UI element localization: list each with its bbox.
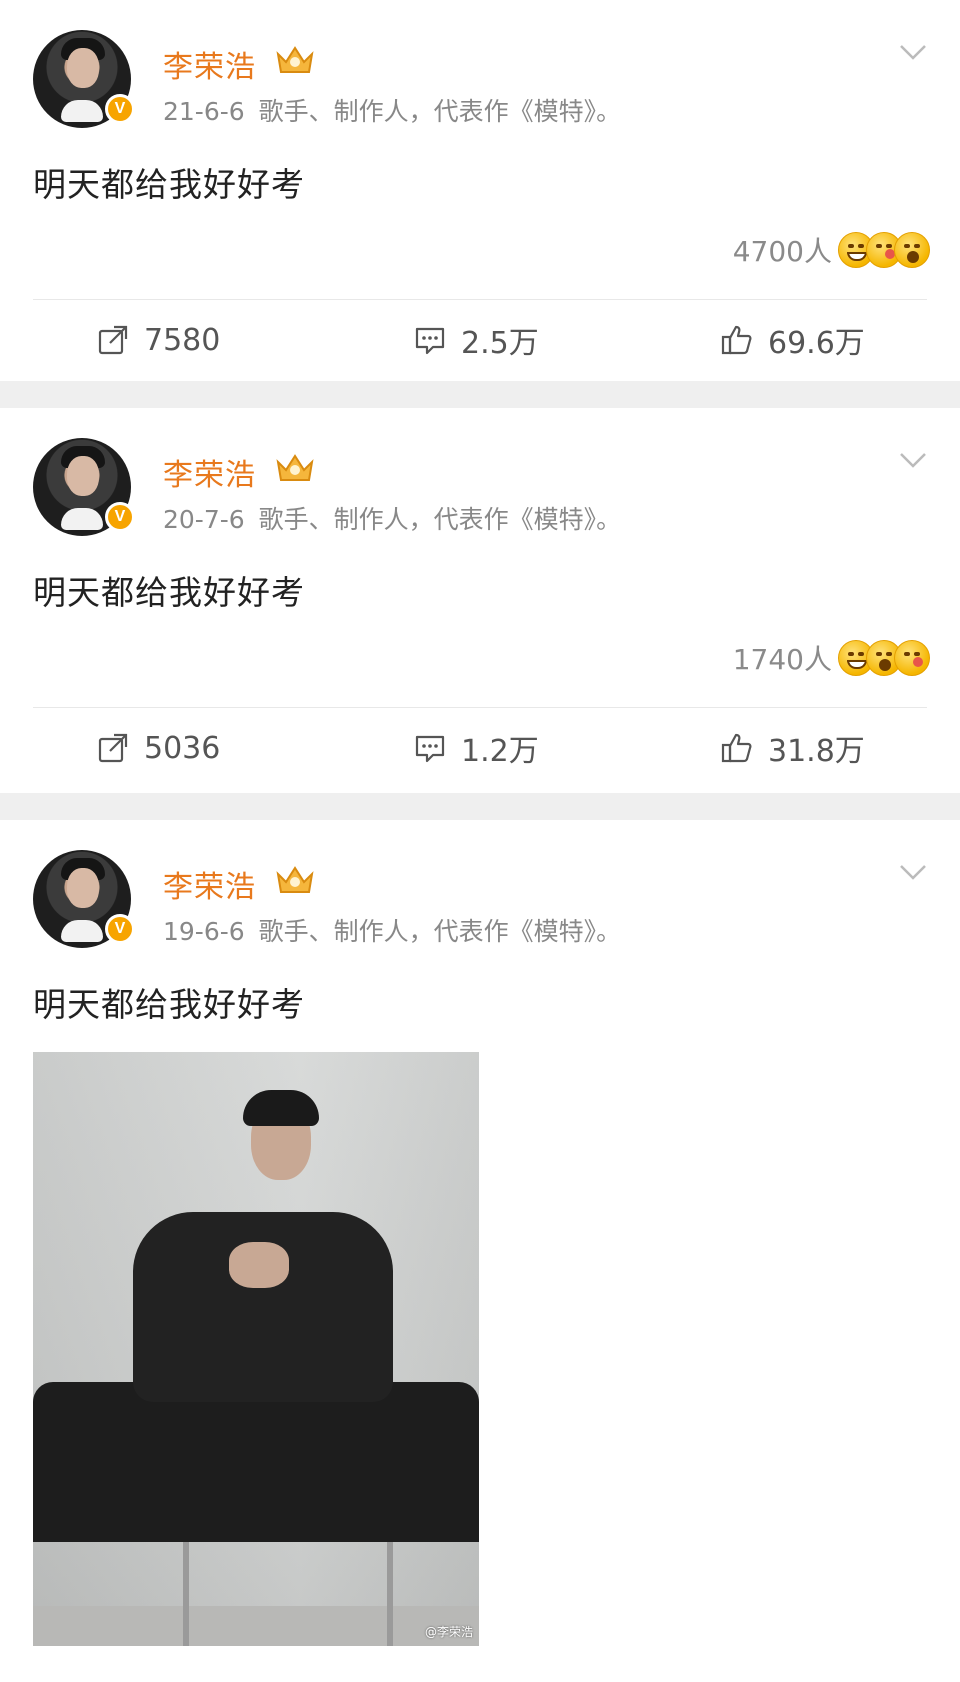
reactions-summary[interactable]: 4700人 bbox=[733, 230, 930, 270]
vip-crown-icon bbox=[276, 454, 314, 481]
comment-icon bbox=[415, 735, 445, 763]
post-date[interactable]: 19-6-6 bbox=[163, 917, 245, 946]
comment-button[interactable]: 1.2万 bbox=[413, 726, 539, 770]
chevron-down-icon[interactable] bbox=[898, 450, 928, 470]
username[interactable]: 李荣浩 bbox=[163, 450, 256, 494]
reactions-count: 4700人 bbox=[732, 235, 832, 268]
comment-button[interactable]: 2.5万 bbox=[413, 318, 539, 362]
repost-count: 7580 bbox=[144, 322, 221, 358]
post-text: 明天都给我好好考 bbox=[33, 165, 305, 204]
avatar-shirt bbox=[61, 508, 103, 530]
avatar[interactable]: V bbox=[33, 850, 135, 948]
like-count: 69.6万 bbox=[768, 326, 865, 361]
photo-watermark: @李荣浩 bbox=[424, 1625, 473, 1639]
post-card[interactable]: V 李荣浩 21-6-6 歌手、制作人，代表作《模特》。 明天都给我好好考 470… bbox=[0, 0, 960, 381]
post-photo[interactable]: @李荣浩 bbox=[33, 1052, 479, 1646]
vip-crown-icon bbox=[276, 866, 314, 893]
photo-hair bbox=[243, 1090, 319, 1126]
post-meta: 20-7-6 歌手、制作人，代表作《模特》。 bbox=[163, 500, 621, 536]
thumbs-up-icon bbox=[721, 733, 752, 763]
post-date[interactable]: 20-7-6 bbox=[163, 505, 245, 534]
chevron-down-icon[interactable] bbox=[898, 42, 928, 62]
like-count: 31.8万 bbox=[768, 734, 865, 769]
avatar-shirt bbox=[61, 100, 103, 122]
user-bio: 歌手、制作人，代表作《模特》。 bbox=[258, 505, 622, 534]
avatar[interactable]: V bbox=[33, 30, 135, 128]
username[interactable]: 李荣浩 bbox=[163, 42, 256, 86]
verified-badge-icon: V bbox=[105, 502, 135, 532]
post-text: 明天都给我好好考 bbox=[33, 573, 305, 612]
divider bbox=[33, 299, 927, 300]
avatar-face bbox=[67, 48, 99, 88]
verified-badge-icon: V bbox=[105, 914, 135, 944]
repost-button[interactable]: 7580 bbox=[96, 318, 220, 362]
post-text: 明天都给我好好考 bbox=[33, 985, 305, 1024]
chevron-down-icon[interactable] bbox=[898, 862, 928, 882]
username[interactable]: 李荣浩 bbox=[163, 862, 256, 906]
share-icon bbox=[98, 325, 128, 355]
like-button[interactable]: 31.8万 bbox=[720, 726, 865, 770]
post-meta: 19-6-6 歌手、制作人，代表作《模特》。 bbox=[163, 912, 621, 948]
vip-crown-icon bbox=[276, 46, 314, 73]
wow-emoji-icon bbox=[894, 232, 930, 268]
verified-badge-icon: V bbox=[105, 94, 135, 124]
photo-legs bbox=[33, 1382, 479, 1542]
thumbs-up-icon bbox=[721, 325, 752, 355]
post-card[interactable]: V 李荣浩 20-7-6 歌手、制作人，代表作《模特》。 明天都给我好好考 174… bbox=[0, 408, 960, 793]
like-button[interactable]: 69.6万 bbox=[720, 318, 865, 362]
reactions-summary[interactable]: 1740人 bbox=[733, 638, 930, 678]
avatar[interactable]: V bbox=[33, 438, 135, 536]
action-bar: 5036 1.2万 31.8万 bbox=[0, 726, 960, 770]
comment-count: 1.2万 bbox=[461, 734, 539, 769]
avatar-face bbox=[67, 868, 99, 908]
comment-count: 2.5万 bbox=[461, 326, 539, 361]
post-meta: 21-6-6 歌手、制作人，代表作《模特》。 bbox=[163, 92, 621, 128]
action-bar: 7580 2.5万 69.6万 bbox=[0, 318, 960, 362]
repost-button[interactable]: 5036 bbox=[96, 726, 220, 770]
photo-torso bbox=[133, 1212, 393, 1402]
kiss-emoji-icon bbox=[894, 640, 930, 676]
photo-hand bbox=[229, 1242, 289, 1288]
avatar-face bbox=[67, 456, 99, 496]
share-icon bbox=[98, 733, 128, 763]
user-bio: 歌手、制作人，代表作《模特》。 bbox=[258, 97, 622, 126]
user-bio: 歌手、制作人，代表作《模特》。 bbox=[258, 917, 622, 946]
post-card[interactable]: V 李荣浩 19-6-6 歌手、制作人，代表作《模特》。 明天都给我好好考 @李荣… bbox=[0, 820, 960, 1682]
post-date[interactable]: 21-6-6 bbox=[163, 97, 245, 126]
reactions-count: 1740人 bbox=[732, 643, 832, 676]
divider bbox=[33, 707, 927, 708]
avatar-shirt bbox=[61, 920, 103, 942]
repost-count: 5036 bbox=[144, 730, 221, 766]
comment-icon bbox=[415, 327, 445, 355]
